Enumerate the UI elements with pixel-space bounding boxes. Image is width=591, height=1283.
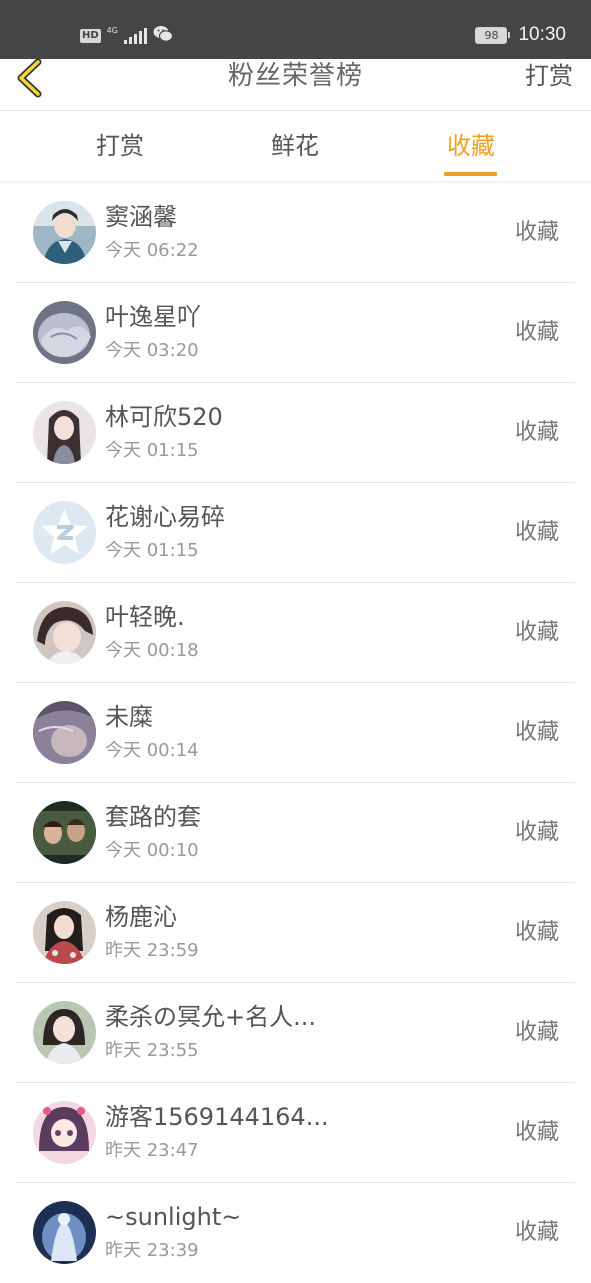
favorite-label: 收藏 — [514, 220, 559, 245]
fan-list: 窦涵馨 今天 06:22 收藏 叶逸星吖 今天 03:20 收藏 林可欣520 — [0, 183, 591, 1283]
favorite-label: 收藏 — [514, 1220, 559, 1245]
list-item[interactable]: 窦涵馨 今天 06:22 收藏 — [16, 183, 575, 283]
tab-favorites[interactable]: 收藏 — [411, 111, 531, 181]
fan-name: 柔杀の冥允+名人... — [105, 1003, 316, 1031]
fan-name: 套路的套 — [105, 803, 201, 831]
status-bar: HD 4G 98 10:30 — [0, 0, 591, 59]
list-item[interactable]: 套路的套 今天 00:10 收藏 — [16, 783, 575, 883]
clock: 10:30 — [518, 24, 566, 45]
tab-flowers[interactable]: 鲜花 — [235, 111, 355, 181]
fan-name: 未糜 — [105, 703, 153, 731]
favorite-label: 收藏 — [514, 420, 559, 445]
hd-badge: HD — [80, 29, 101, 43]
fan-name: 杨鹿沁 — [105, 903, 177, 931]
fan-name: 窦涵馨 — [105, 203, 177, 231]
avatar — [33, 901, 96, 964]
list-item[interactable]: 未糜 今天 00:14 收藏 — [16, 683, 575, 783]
list-item[interactable]: 叶逸星吖 今天 03:20 收藏 — [16, 283, 575, 383]
fan-time: 今天 01:15 — [105, 540, 199, 561]
fan-time: 昨天 23:47 — [105, 1140, 199, 1161]
favorite-label: 收藏 — [514, 720, 559, 745]
favorite-label: 收藏 — [514, 1120, 559, 1145]
list-item[interactable]: ~sunlight~ 昨天 23:39 收藏 — [16, 1183, 575, 1283]
avatar — [33, 501, 96, 564]
list-item[interactable]: 林可欣520 今天 01:15 收藏 — [16, 383, 575, 483]
favorite-label: 收藏 — [514, 820, 559, 845]
fan-name: 花谢心易碎 — [105, 503, 225, 531]
active-tab-indicator — [444, 172, 497, 176]
favorite-label: 收藏 — [514, 620, 559, 645]
fan-time: 昨天 23:39 — [105, 1240, 199, 1261]
fan-name: 叶轻晚. — [105, 603, 185, 631]
header: 粉丝荣誉榜 打赏 — [0, 58, 591, 111]
list-item[interactable]: 花谢心易碎 今天 01:15 收藏 — [16, 483, 575, 583]
list-item[interactable]: 杨鹿沁 昨天 23:59 收藏 — [16, 883, 575, 983]
avatar — [33, 201, 96, 264]
fan-time: 今天 03:20 — [105, 340, 199, 361]
fan-time: 今天 00:18 — [105, 640, 199, 661]
fan-name: ~sunlight~ — [105, 1203, 242, 1231]
fan-name: 林可欣520 — [105, 403, 223, 431]
tip-button[interactable]: 打赏 — [525, 59, 573, 93]
fan-time: 昨天 23:55 — [105, 1040, 199, 1061]
fan-time: 昨天 23:59 — [105, 940, 199, 961]
avatar — [33, 601, 96, 664]
fan-time: 今天 06:22 — [105, 240, 199, 261]
battery-icon: 98 — [475, 26, 511, 44]
status-left: HD 4G — [80, 25, 174, 47]
fan-time: 今天 00:14 — [105, 740, 199, 761]
fan-name: 叶逸星吖 — [105, 303, 201, 331]
page-title: 粉丝荣誉榜 — [227, 61, 363, 91]
avatar — [33, 801, 96, 864]
avatar — [33, 701, 96, 764]
favorite-label: 收藏 — [514, 520, 559, 545]
avatar — [33, 1101, 96, 1164]
avatar — [33, 401, 96, 464]
tab-tip[interactable]: 打赏 — [60, 111, 180, 181]
avatar — [33, 1001, 96, 1064]
list-item[interactable]: 游客1569144164... 昨天 23:47 收藏 — [16, 1083, 575, 1183]
favorite-label: 收藏 — [514, 1020, 559, 1045]
list-item[interactable]: 叶轻晚. 今天 00:18 收藏 — [16, 583, 575, 683]
avatar — [33, 1201, 96, 1264]
list-item[interactable]: 柔杀の冥允+名人... 昨天 23:55 收藏 — [16, 983, 575, 1083]
battery-level: 98 — [475, 26, 508, 44]
fan-time: 今天 00:10 — [105, 840, 199, 861]
network-type: 4G — [106, 26, 118, 35]
signal-icon — [123, 28, 147, 44]
fan-name: 游客1569144164... — [105, 1103, 329, 1131]
wechat-icon — [153, 25, 174, 47]
fan-time: 今天 01:15 — [105, 440, 199, 461]
favorite-label: 收藏 — [514, 320, 559, 345]
avatar — [33, 301, 96, 364]
status-right: 98 10:30 — [475, 24, 566, 46]
favorite-label: 收藏 — [514, 920, 559, 945]
tab-bar: 打赏 鲜花 收藏 — [0, 111, 591, 182]
